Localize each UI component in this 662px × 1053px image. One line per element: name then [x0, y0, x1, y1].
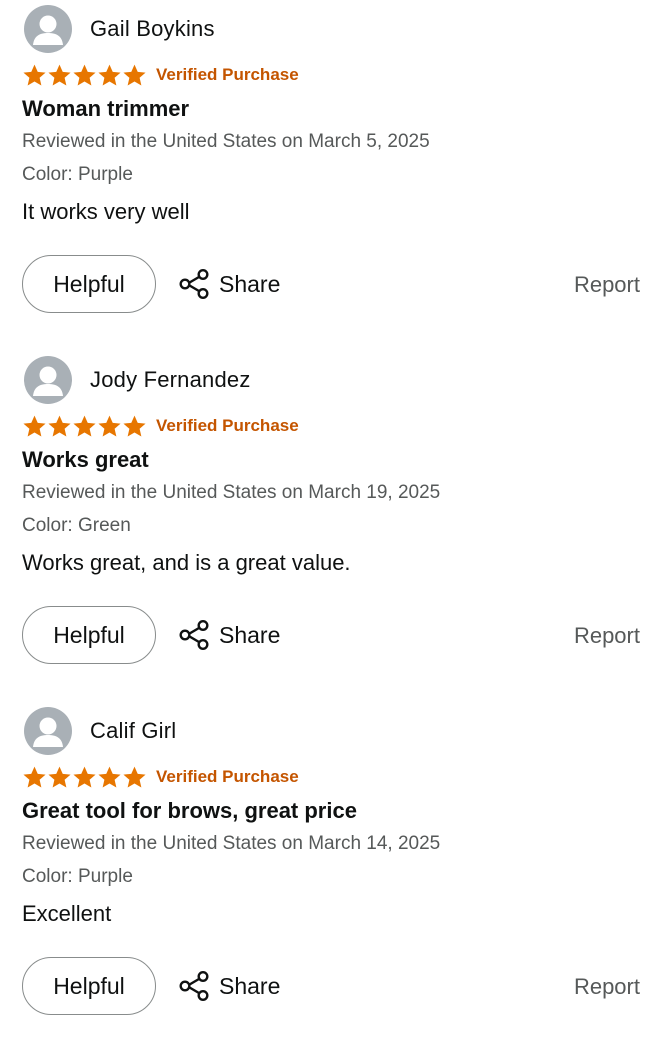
avatar-icon	[24, 707, 72, 755]
share-button[interactable]: Share	[177, 968, 280, 1004]
rating-row: Verified Purchase	[22, 412, 299, 440]
review-body: Excellent	[22, 901, 112, 926]
reviewer-name: Calif Girl	[90, 718, 177, 743]
share-icon	[177, 969, 211, 1003]
verified-purchase-badge: Verified Purchase	[156, 416, 299, 435]
star-rating[interactable]	[22, 765, 147, 790]
rating-row: Verified Purchase	[22, 61, 299, 89]
review-date: Reviewed in the United States on March 5…	[22, 131, 430, 152]
review-variant: Color: Purple	[22, 164, 133, 185]
star-icon	[72, 63, 97, 88]
report-link[interactable]: Report	[574, 623, 640, 649]
star-icon	[97, 414, 122, 439]
avatar-icon	[24, 356, 72, 404]
verified-purchase-badge: Verified Purchase	[156, 767, 299, 786]
star-icon	[72, 414, 97, 439]
helpful-button[interactable]: Helpful	[22, 606, 156, 664]
star-icon	[22, 414, 47, 439]
star-rating[interactable]	[22, 414, 147, 439]
reviewer-name: Gail Boykins	[90, 16, 215, 41]
rating-row: Verified Purchase	[22, 763, 299, 791]
review-card: Gail Boykins Verified Purchase Woman tri…	[0, 0, 662, 351]
share-label: Share	[219, 972, 281, 999]
helpful-button[interactable]: Helpful	[22, 957, 156, 1015]
star-icon	[22, 765, 47, 790]
report-link[interactable]: Report	[574, 272, 640, 298]
review-variant: Color: Green	[22, 515, 131, 536]
share-label: Share	[219, 621, 281, 648]
avatar-icon	[24, 5, 72, 53]
star-icon	[122, 63, 147, 88]
share-icon	[177, 267, 211, 301]
review-body: Works great, and is a great value.	[22, 550, 351, 575]
review-card: Jody Fernandez Verified Purchase Works g…	[0, 351, 662, 702]
reviewer-profile[interactable]: Calif Girl	[24, 707, 176, 755]
report-link[interactable]: Report	[574, 974, 640, 1000]
star-icon	[22, 63, 47, 88]
star-icon	[47, 63, 72, 88]
star-icon	[122, 765, 147, 790]
star-icon	[97, 63, 122, 88]
reviewer-profile[interactable]: Gail Boykins	[24, 5, 215, 53]
review-date: Reviewed in the United States on March 1…	[22, 833, 441, 854]
review-title: Works great	[22, 447, 149, 472]
star-icon	[122, 414, 147, 439]
reviewer-name: Jody Fernandez	[90, 367, 251, 392]
share-icon	[177, 618, 211, 652]
star-icon	[47, 414, 72, 439]
star-icon	[97, 765, 122, 790]
review-date: Reviewed in the United States on March 1…	[22, 482, 441, 503]
review-title: Woman trimmer	[22, 96, 190, 121]
reviewer-profile[interactable]: Jody Fernandez	[24, 356, 251, 404]
share-label: Share	[219, 270, 281, 297]
review-body: It works very well	[22, 199, 190, 224]
helpful-button[interactable]: Helpful	[22, 255, 156, 313]
share-button[interactable]: Share	[177, 266, 280, 302]
review-card: Calif Girl Verified Purchase Great tool …	[0, 702, 662, 1053]
star-icon	[72, 765, 97, 790]
verified-purchase-badge: Verified Purchase	[156, 65, 299, 84]
review-variant: Color: Purple	[22, 866, 133, 887]
review-title: Great tool for brows, great price	[22, 798, 357, 823]
star-rating[interactable]	[22, 63, 147, 88]
share-button[interactable]: Share	[177, 617, 280, 653]
star-icon	[47, 765, 72, 790]
